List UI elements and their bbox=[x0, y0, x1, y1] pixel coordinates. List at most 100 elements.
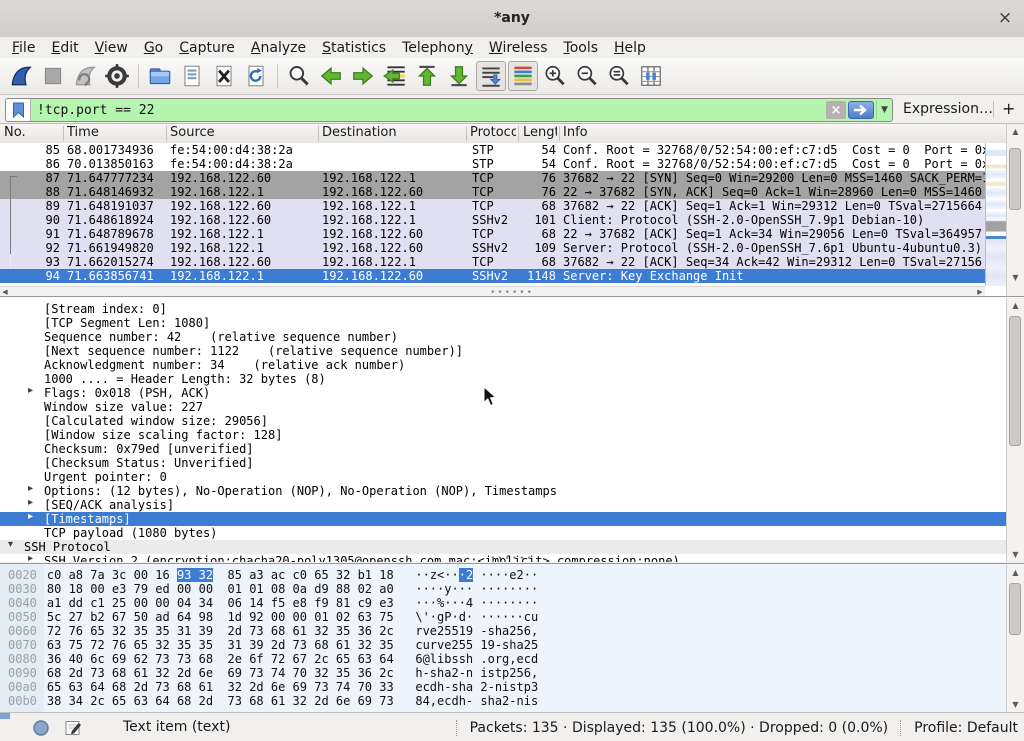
menu-telephony[interactable]: Telephony bbox=[394, 39, 481, 57]
column-divider[interactable] bbox=[318, 126, 319, 141]
expand-arrow-icon[interactable]: ▸ bbox=[28, 385, 33, 396]
zoom-reset-icon[interactable] bbox=[604, 61, 634, 91]
detail-line[interactable]: TCP payload (1080 bytes) bbox=[0, 526, 1006, 540]
scrollbar-thumb[interactable] bbox=[1009, 583, 1021, 635]
colorize-packets-icon[interactable] bbox=[508, 61, 538, 91]
bytes-vscrollbar[interactable]: ▲ ▼ bbox=[1006, 565, 1024, 712]
packet-row-92[interactable]: 9271.661949820192.168.122.1192.168.122.6… bbox=[0, 241, 985, 255]
expand-arrow-icon[interactable]: ▸ bbox=[28, 511, 33, 522]
stop-capture-icon[interactable] bbox=[38, 61, 68, 91]
column-divider[interactable] bbox=[518, 126, 519, 141]
menu-capture[interactable]: Capture bbox=[171, 39, 243, 57]
menu-statistics[interactable]: Statistics bbox=[314, 39, 394, 57]
detail-line[interactable]: ▸[Timestamps] bbox=[0, 512, 1006, 526]
packet-list-minimap[interactable] bbox=[985, 143, 1006, 286]
close-capture-icon[interactable] bbox=[209, 61, 239, 91]
packet-row-86[interactable]: 8670.013850163fe:54:00:d4:38:2aSTP54Conf… bbox=[0, 157, 985, 171]
column-divider[interactable] bbox=[559, 126, 560, 141]
hex-row-0070[interactable]: 007063 75 72 76 65 32 35 35 31 39 2d 73 … bbox=[8, 638, 538, 652]
expand-arrow-icon[interactable]: ▸ bbox=[28, 483, 33, 494]
column-header-source[interactable]: Source bbox=[170, 124, 318, 143]
column-header-length[interactable]: Length bbox=[523, 124, 557, 143]
hex-row-00a0[interactable]: 00a065 63 64 68 2d 73 68 61 32 2d 6e 69 … bbox=[8, 680, 538, 694]
menu-tools[interactable]: Tools bbox=[556, 39, 607, 57]
column-divider[interactable] bbox=[63, 126, 64, 141]
hex-row-0080[interactable]: 008036 40 6c 69 62 73 73 68 2e 6f 72 67 … bbox=[8, 652, 538, 666]
packet-row-90[interactable]: 9071.648618924192.168.122.60192.168.122.… bbox=[0, 213, 985, 227]
detail-line[interactable]: ▸Flags: 0x018 (PSH, ACK) bbox=[0, 386, 1006, 400]
column-header-info[interactable]: Info bbox=[563, 124, 983, 143]
column-header-destination[interactable]: Destination bbox=[322, 124, 466, 143]
packet-row-85[interactable]: 8568.001734936fe:54:00:d4:38:2aSTP54Conf… bbox=[0, 143, 985, 157]
column-header-protocol[interactable]: Protocol bbox=[470, 124, 516, 143]
hex-row-00b0[interactable]: 00b038 34 2c 65 63 64 68 2d 73 68 61 32 … bbox=[8, 694, 538, 708]
expand-arrow-icon[interactable]: ▸ bbox=[28, 553, 33, 562]
detail-line[interactable]: [Next sequence number: 1122 (relative se… bbox=[0, 344, 1006, 358]
hex-row-0030[interactable]: 003080 18 00 e3 79 ed 00 00 01 01 08 0a … bbox=[8, 582, 538, 596]
menu-edit[interactable]: Edit bbox=[43, 39, 86, 57]
scroll-down-icon[interactable]: ▼ bbox=[1007, 270, 1024, 286]
detail-line[interactable]: Checksum: 0x79ed [unverified] bbox=[0, 442, 1006, 456]
detail-line[interactable]: 1000 .... = Header Length: 32 bytes (8) bbox=[0, 372, 1006, 386]
display-filter-input[interactable]: !tcp.port == 22 × ▼ bbox=[5, 98, 893, 122]
detail-line[interactable]: Sequence number: 42 (relative sequence n… bbox=[0, 330, 1006, 344]
packet-row-94[interactable]: 9471.663856741192.168.122.1192.168.122.6… bbox=[0, 269, 985, 283]
status-profile[interactable]: Profile: Default bbox=[914, 720, 1018, 736]
menu-analyze[interactable]: Analyze bbox=[243, 39, 314, 57]
capture-options-icon[interactable] bbox=[102, 61, 132, 91]
find-packet-icon[interactable] bbox=[284, 61, 314, 91]
add-filter-button[interactable]: + bbox=[1002, 95, 1015, 124]
detail-line[interactable]: ▸Options: (12 bytes), No-Operation (NOP)… bbox=[0, 484, 1006, 498]
column-header-time[interactable]: Time bbox=[67, 124, 167, 143]
expression-button[interactable]: Expression… bbox=[903, 95, 993, 124]
pane-splitter[interactable]: •••••• bbox=[488, 558, 536, 562]
menu-file[interactable]: File bbox=[4, 39, 43, 57]
detail-line[interactable]: Urgent pointer: 0 bbox=[0, 470, 1006, 484]
go-to-packet-icon[interactable] bbox=[380, 61, 410, 91]
packet-row-93[interactable]: 9371.662015274192.168.122.60192.168.122.… bbox=[0, 255, 985, 269]
packet-row-89[interactable]: 8971.648191037192.168.122.60192.168.122.… bbox=[0, 199, 985, 213]
filter-apply-button[interactable] bbox=[848, 101, 874, 119]
window-close-button[interactable]: × bbox=[994, 8, 1016, 30]
zoom-in-icon[interactable] bbox=[540, 61, 570, 91]
detail-line[interactable]: Acknowledgment number: 34 (relative ack … bbox=[0, 358, 1006, 372]
resize-columns-icon[interactable] bbox=[636, 61, 666, 91]
detail-line[interactable]: ▸[SEQ/ACK analysis] bbox=[0, 498, 1006, 512]
details-vscrollbar[interactable]: ▲ ▼ bbox=[1006, 298, 1024, 562]
detail-line[interactable]: ▾SSH Protocol bbox=[0, 540, 1006, 554]
filter-clear-button[interactable]: × bbox=[826, 101, 846, 119]
hex-row-0090[interactable]: 009068 2d 73 68 61 32 2d 6e 69 73 74 70 … bbox=[8, 666, 538, 680]
detail-line[interactable]: Window size value: 227 bbox=[0, 400, 1006, 414]
column-divider[interactable] bbox=[466, 126, 467, 141]
wireshark-start-icon[interactable] bbox=[6, 61, 36, 91]
go-last-icon[interactable] bbox=[444, 61, 474, 91]
scrollbar-thumb[interactable] bbox=[1009, 316, 1021, 446]
go-first-icon[interactable] bbox=[412, 61, 442, 91]
scroll-up-icon[interactable]: ▲ bbox=[1007, 298, 1024, 314]
restart-capture-icon[interactable] bbox=[70, 61, 100, 91]
open-capture-icon[interactable] bbox=[145, 61, 175, 91]
collapse-arrow-icon[interactable]: ▾ bbox=[8, 539, 13, 550]
hex-row-0060[interactable]: 006072 76 65 32 35 35 31 39 2d 73 68 61 … bbox=[8, 624, 538, 638]
zoom-out-icon[interactable] bbox=[572, 61, 602, 91]
column-header-no[interactable]: No. bbox=[4, 124, 60, 143]
scroll-up-icon[interactable]: ▲ bbox=[1007, 124, 1024, 140]
detail-line[interactable]: [Window size scaling factor: 128] bbox=[0, 428, 1006, 442]
scroll-down-icon[interactable]: ▼ bbox=[1007, 547, 1024, 562]
menu-help[interactable]: Help bbox=[606, 39, 654, 57]
menu-go[interactable]: Go bbox=[136, 39, 171, 57]
detail-line[interactable]: [Stream index: 0] bbox=[0, 302, 1006, 316]
packet-list-vscrollbar[interactable]: ▲ ▼ bbox=[1006, 124, 1024, 286]
menu-view[interactable]: View bbox=[87, 39, 136, 57]
filter-bookmark-icon[interactable] bbox=[6, 99, 31, 121]
scroll-down-icon[interactable]: ▼ bbox=[1007, 697, 1024, 712]
hex-row-0050[interactable]: 00505c 27 b2 67 50 ad 64 98 1d 92 00 00 … bbox=[8, 610, 538, 624]
packet-row-87[interactable]: 8771.647777234192.168.122.60192.168.122.… bbox=[0, 171, 985, 185]
detail-line[interactable]: [TCP Segment Len: 1080] bbox=[0, 316, 1006, 330]
reload-capture-icon[interactable] bbox=[241, 61, 271, 91]
hex-row-0040[interactable]: 0040a1 dd c1 25 00 00 04 34 06 14 f5 e8 … bbox=[8, 596, 538, 610]
hex-row-0020[interactable]: 0020c0 a8 7a 3c 00 16 93 32 85 a3 ac c0 … bbox=[8, 568, 538, 582]
column-divider[interactable] bbox=[166, 126, 167, 141]
expert-info-icon[interactable] bbox=[32, 719, 50, 737]
packet-row-91[interactable]: 9171.648789678192.168.122.1192.168.122.6… bbox=[0, 227, 985, 241]
